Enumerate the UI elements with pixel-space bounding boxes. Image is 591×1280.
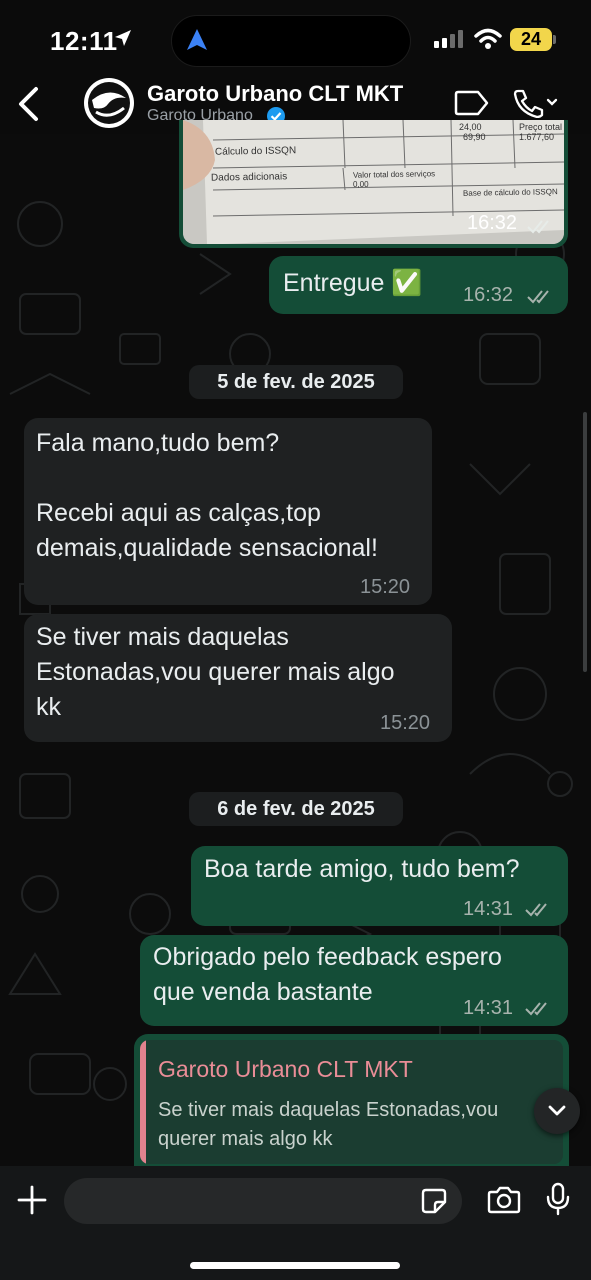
back-icon[interactable] <box>14 86 44 122</box>
message-time: 15:20 <box>360 576 411 598</box>
receipt-label-valor: Valor total dos serviços <box>352 169 436 180</box>
quoted-message[interactable]: Garoto Urbano CLT MKT Se tiver mais daqu… <box>140 1040 563 1164</box>
outgoing-reply-message[interactable]: Garoto Urbano CLT MKT Se tiver mais daqu… <box>134 1034 569 1174</box>
outgoing-message[interactable]: Boa tarde amigo, tudo bem? 14:31 <box>191 846 568 926</box>
image-time: 16:32 <box>467 212 518 234</box>
phone-call-icon[interactable] <box>512 88 560 118</box>
status-bar: 12:11 24 <box>0 0 591 80</box>
status-time: 12:11 <box>50 26 118 56</box>
camera-icon[interactable] <box>487 1185 521 1215</box>
double-check-icon <box>527 220 549 234</box>
message-text: Se tiver mais daquelas Estonadas,vou que… <box>36 623 395 721</box>
date-separator: 6 de fev. de 2025 <box>189 792 403 826</box>
scrollbar[interactable] <box>583 412 587 672</box>
outgoing-message-entregue[interactable]: Entregue ✅ 16:32 <box>269 256 568 314</box>
message-time: 14:31 <box>463 997 514 1019</box>
message-text: Obrigado pelo feedback espero que venda … <box>153 943 502 1006</box>
mic-icon[interactable] <box>546 1182 570 1216</box>
quote-author: Garoto Urbano CLT MKT <box>158 1056 413 1082</box>
quote-accent-bar <box>140 1040 146 1164</box>
receipt-label-preco: Preço total <box>519 122 563 132</box>
message-time: 15:20 <box>380 712 431 734</box>
message-time: 14:31 <box>463 898 514 920</box>
avatar-logo <box>88 82 130 124</box>
receipt-value-unit: 69,90 <box>463 132 486 142</box>
quote-text: Se tiver mais daquelas Estonadas,vou que… <box>158 1099 499 1150</box>
battery-tip <box>553 35 556 44</box>
date-separator: 5 de fev. de 2025 <box>189 365 403 399</box>
receipt-value-zero: 0,00 <box>353 180 369 189</box>
receipt-label-base: Base de cálculo do ISSQN <box>462 187 558 198</box>
avatar[interactable] <box>84 78 134 128</box>
plus-icon[interactable] <box>16 1184 48 1216</box>
cellular-signal-icon <box>434 30 463 48</box>
message-text: Entregue ✅ <box>283 269 423 297</box>
double-check-icon <box>525 1002 547 1016</box>
double-check-icon <box>527 290 549 304</box>
message-text: Boa tarde amigo, tudo bem? <box>204 855 520 883</box>
message-text: Fala mano,tudo bem? Recebi aqui as calça… <box>36 429 378 562</box>
outgoing-message[interactable]: Obrigado pelo feedback espero que venda … <box>140 935 568 1026</box>
receipt-value-qty: 24,00 <box>459 122 482 132</box>
scroll-to-bottom-button[interactable] <box>534 1088 580 1134</box>
location-arrow-icon <box>115 30 131 46</box>
wifi-icon <box>474 28 502 49</box>
receipt-label-dados: Dados adicionais <box>210 171 288 184</box>
message-input[interactable] <box>64 1178 462 1224</box>
receipt-label-issqn: Cálculo do ISSQN <box>214 145 297 158</box>
double-check-icon <box>525 903 547 917</box>
receipt-value-total: 1.677,60 <box>519 132 555 142</box>
message-time: 16:32 <box>463 284 514 306</box>
battery-level: 24 <box>510 28 552 51</box>
chevron-down-icon <box>548 1105 566 1116</box>
image-message[interactable]: Cálculo do ISSQN Dados adicionais Valor … <box>179 120 568 248</box>
chat-title[interactable]: Garoto Urbano CLT MKT <box>147 81 403 107</box>
video-call-icon[interactable] <box>454 90 490 116</box>
incoming-message[interactable]: Fala mano,tudo bem? Recebi aqui as calça… <box>24 418 432 605</box>
incoming-message[interactable]: Se tiver mais daquelas Estonadas,vou que… <box>24 614 452 742</box>
navigation-arrow-icon <box>187 29 207 50</box>
receipt-photo[interactable]: Cálculo do ISSQN Dados adicionais Valor … <box>183 120 564 244</box>
home-indicator <box>190 1262 400 1269</box>
sticker-icon[interactable] <box>420 1187 448 1215</box>
